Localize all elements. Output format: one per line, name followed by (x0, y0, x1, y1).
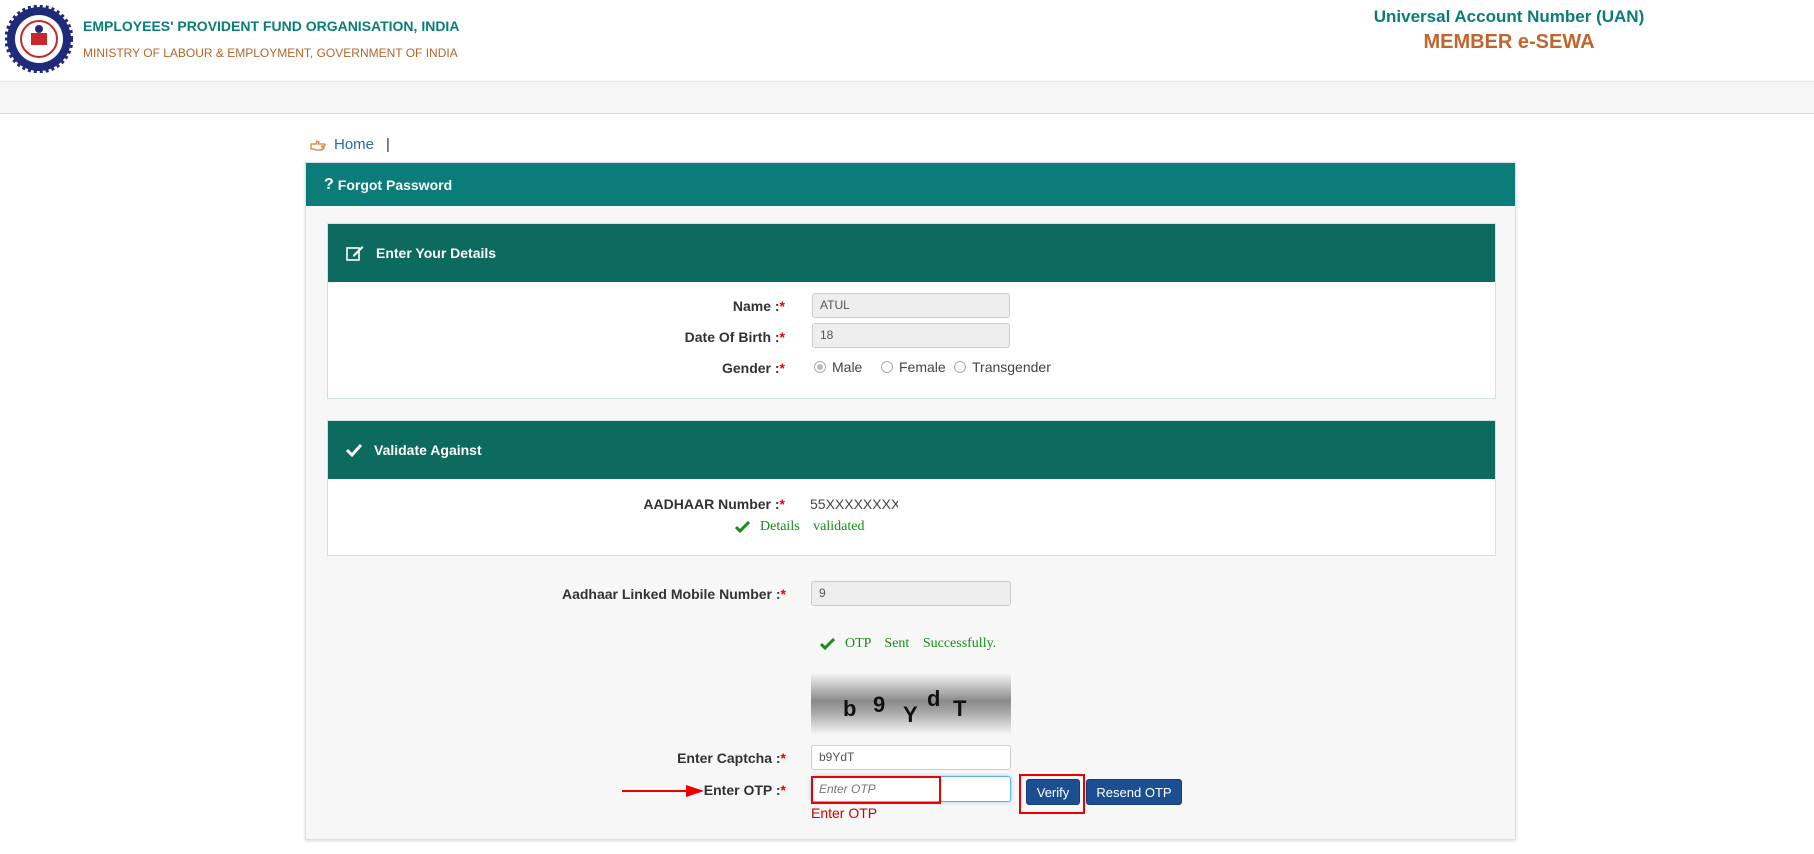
forgot-password-panel: ? Forgot Password Enter Your Details Nam… (305, 162, 1516, 840)
mobile-label: Aadhaar Linked Mobile Number :* (561, 586, 786, 602)
captcha-char: Y (903, 702, 918, 727)
captcha-label: Enter Captcha :* (677, 750, 786, 766)
ministry-name: MINISTRY OF LABOUR & EMPLOYMENT, GOVERNM… (83, 46, 458, 60)
name-label: Name :* (732, 298, 785, 314)
hand-point-right-icon (310, 139, 326, 151)
portal-title: MEMBER e-SEWA (1423, 31, 1595, 53)
details-validated-status: Details validated (735, 519, 864, 535)
edit-icon (346, 246, 364, 261)
details-section: Enter Your Details Name :* ATUL Date Of … (327, 223, 1496, 399)
epfo-logo-icon (5, 5, 73, 73)
otp-error-message: Enter OTP (811, 805, 878, 821)
mobile-field[interactable]: 9 (811, 581, 1011, 606)
aadhaar-value: 55XXXXXXXX (810, 496, 898, 512)
gender-female-radio[interactable]: Female (881, 359, 946, 375)
site-header: EMPLOYEES' PROVIDENT FUND ORGANISATION, … (0, 0, 1814, 82)
question-icon: ? (324, 175, 334, 193)
breadcrumb-separator: | (386, 136, 390, 153)
panel-title: Forgot Password (337, 176, 453, 193)
breadcrumb-home-link[interactable]: Home (334, 136, 374, 153)
details-title: Enter Your Details (376, 245, 497, 261)
aadhaar-label: AADHAAR Number :* (643, 496, 785, 512)
captcha-char: d (927, 686, 940, 711)
radio-icon (814, 361, 826, 373)
dob-label: Date Of Birth :* (684, 329, 785, 345)
radio-icon (954, 361, 966, 373)
arrow-annotation-icon (622, 785, 704, 797)
otp-sent-status: OTP Sent Successfully. (820, 636, 996, 652)
check-icon (346, 443, 362, 457)
otp-label: Enter OTP :* (703, 782, 786, 798)
gender-transgender-radio[interactable]: Transgender (954, 359, 1051, 375)
details-header: Enter Your Details (328, 224, 1495, 282)
org-name: EMPLOYEES' PROVIDENT FUND ORGANISATION, … (83, 18, 460, 34)
dob-field[interactable]: 18 (812, 323, 1010, 348)
gender-label: Gender :* (721, 360, 785, 376)
nav-band (0, 82, 1814, 114)
validate-section: Validate Against AADHAAR Number :* 55XXX… (327, 420, 1496, 556)
radio-icon (881, 361, 893, 373)
validate-header: Validate Against (328, 421, 1495, 479)
captcha-char: 9 (873, 692, 885, 717)
validate-title: Validate Against (374, 442, 482, 458)
captcha-image: b 9 Y d T (811, 674, 1011, 734)
otp-input-highlight (811, 776, 941, 804)
verify-button-highlight (1019, 774, 1085, 814)
breadcrumb: Home | (310, 136, 390, 153)
captcha-char: b (843, 696, 856, 721)
captcha-char: T (953, 696, 967, 721)
panel-header: ? Forgot Password (306, 163, 1515, 206)
check-icon (820, 637, 835, 650)
gender-male-radio[interactable]: Male (814, 359, 862, 375)
uan-title: Universal Account Number (UAN) (1373, 7, 1645, 26)
name-field[interactable]: ATUL (812, 293, 1010, 318)
resend-otp-button[interactable]: Resend OTP (1086, 779, 1182, 805)
captcha-field[interactable]: b9YdT (811, 745, 1011, 770)
check-icon (735, 520, 750, 533)
